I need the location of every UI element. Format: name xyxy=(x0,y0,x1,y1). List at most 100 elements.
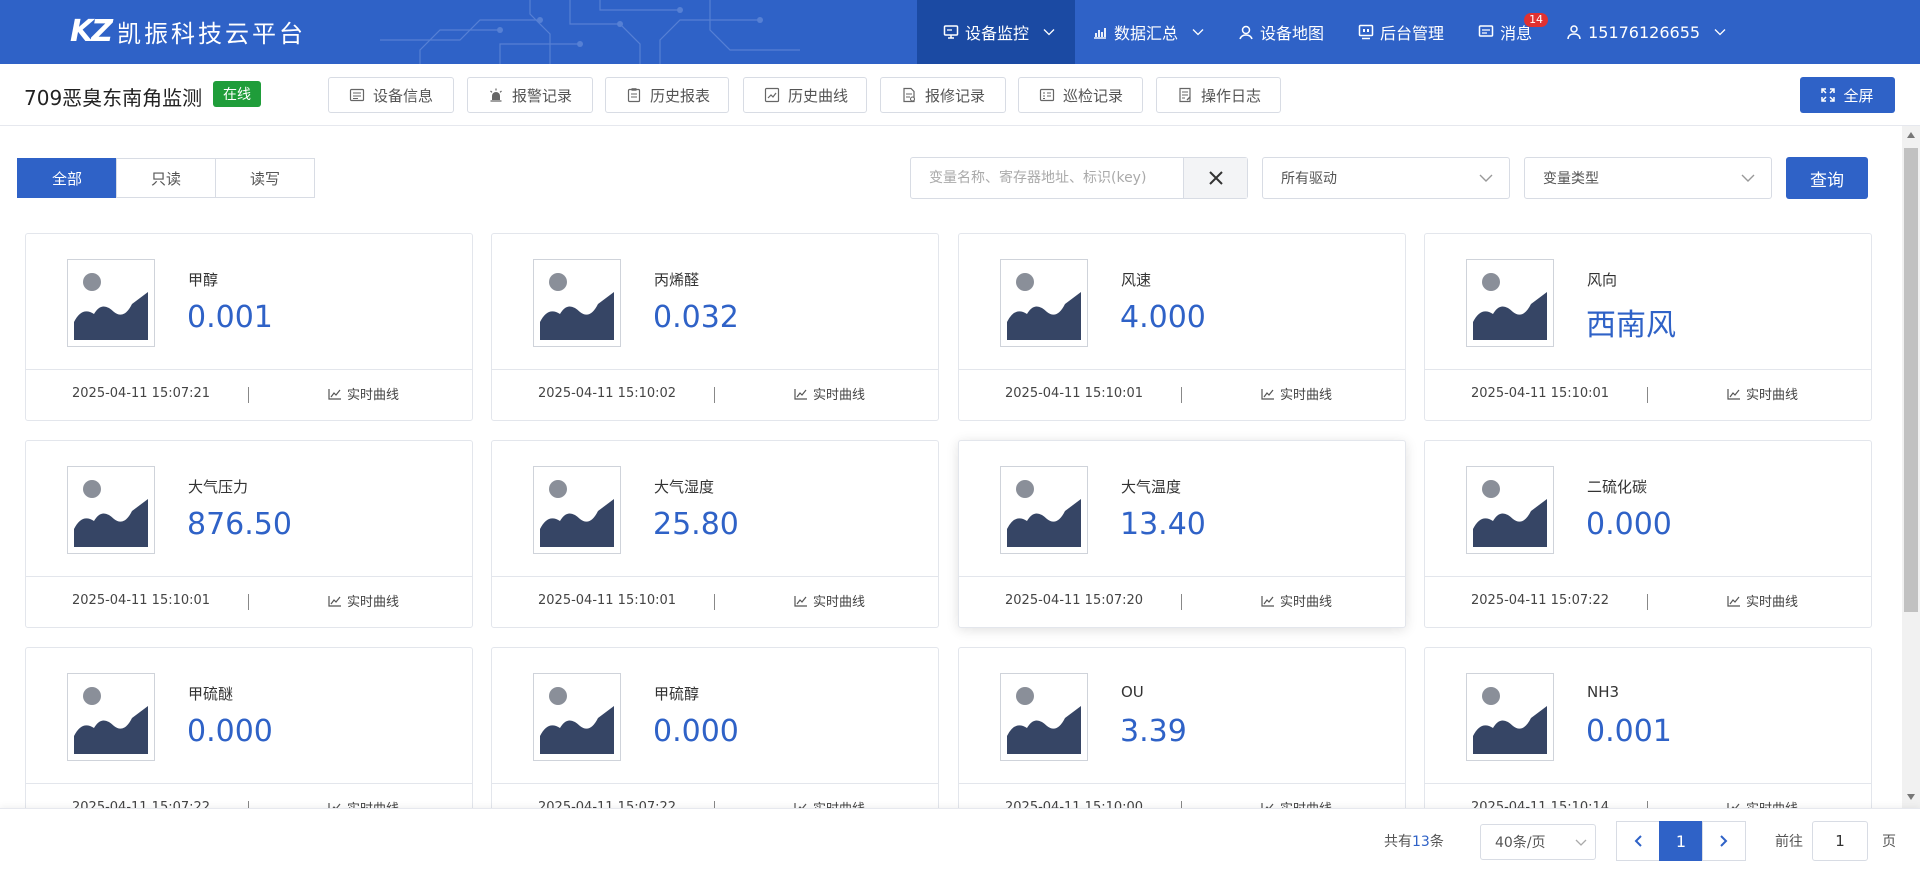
realtime-curve-link[interactable]: 实时曲线 xyxy=(328,591,399,610)
variable-card[interactable]: 甲醇 0.001 2025-04-11 15:07:21 实时曲线 xyxy=(25,233,473,421)
card-footer: 2025-04-11 15:10:02 实时曲线 xyxy=(492,369,938,420)
variable-card[interactable]: NH30.0012025-04-11 15:10:14实时曲线 xyxy=(1424,647,1872,835)
goto-page-input[interactable]: 1 xyxy=(1812,821,1868,861)
device-tab-label: 报警记录 xyxy=(512,86,573,105)
prev-page-button[interactable] xyxy=(1616,821,1660,861)
device-tab-6[interactable]: 操作日志 xyxy=(1156,77,1281,113)
variable-card[interactable]: 甲硫醚0.0002025-04-11 15:07:22实时曲线 xyxy=(25,647,473,835)
realtime-curve-label: 实时曲线 xyxy=(1746,388,1799,403)
variable-value: 0.000 xyxy=(187,714,273,749)
filter-segment-0[interactable]: 全部 xyxy=(17,158,117,198)
device-tab-5[interactable]: 巡检记录 xyxy=(1018,77,1143,113)
variable-value: 0.001 xyxy=(1586,714,1672,749)
device-tab-label: 操作日志 xyxy=(1201,86,1262,105)
fullscreen-button[interactable]: 全屏 xyxy=(1800,77,1895,113)
realtime-curve-link[interactable]: 实时曲线 xyxy=(1727,591,1798,610)
expand-icon xyxy=(1821,88,1836,102)
realtime-curve-link[interactable]: 实时曲线 xyxy=(328,384,399,403)
card-footer: 2025-04-11 15:10:01 实时曲线 xyxy=(959,369,1405,420)
variable-card[interactable]: 风向 西南风 2025-04-11 15:10:01 实时曲线 xyxy=(1424,233,1872,421)
nav-item-3[interactable]: 后台管理 xyxy=(1341,0,1461,64)
realtime-curve-link[interactable]: 实时曲线 xyxy=(1261,384,1332,403)
clear-search-button[interactable] xyxy=(1183,158,1247,198)
nav-item-1[interactable]: 数据汇总 xyxy=(1075,0,1221,64)
nav-item-2[interactable]: 设备地图 xyxy=(1221,0,1341,64)
variable-card[interactable]: 大气湿度 25.80 2025-04-11 15:10:01 实时曲线 xyxy=(491,440,939,628)
device-tab-label: 报修记录 xyxy=(925,86,986,105)
device-tab-0[interactable]: 设备信息 xyxy=(328,77,454,113)
variable-type-select[interactable]: 变量类型 xyxy=(1524,157,1772,199)
variable-card[interactable]: 二硫化碳 0.000 2025-04-11 15:07:22 实时曲线 xyxy=(1424,440,1872,628)
variable-timestamp: 2025-04-11 15:07:20 xyxy=(1005,593,1144,608)
device-tab-1[interactable]: 报警记录 xyxy=(467,77,593,113)
alarm-light-icon xyxy=(488,87,504,103)
variable-value: 4.000 xyxy=(1120,300,1206,335)
status-badge: 在线 xyxy=(213,81,261,107)
variable-card[interactable]: 大气压力 876.50 2025-04-11 15:10:01 实时曲线 xyxy=(25,440,473,628)
nav-item-label: 后台管理 xyxy=(1380,24,1445,43)
page-number-current[interactable]: 1 xyxy=(1659,821,1703,861)
message-count-badge: 14 xyxy=(1524,13,1549,27)
scroll-down-arrow-icon[interactable] xyxy=(1907,794,1915,800)
variable-value: 876.50 xyxy=(187,507,292,542)
variable-card[interactable]: OU3.392025-04-11 15:10:00实时曲线 xyxy=(958,647,1406,835)
admin-screen-icon xyxy=(1358,24,1374,40)
query-button[interactable]: 查询 xyxy=(1786,157,1868,199)
driver-select[interactable]: 所有驱动 xyxy=(1262,157,1510,199)
line-chart-icon xyxy=(794,595,808,607)
image-placeholder-icon xyxy=(67,466,155,554)
search-input[interactable] xyxy=(911,158,1183,198)
logo-name: 凯振科技云平台 xyxy=(117,20,306,48)
scrollbar-thumb[interactable] xyxy=(1904,148,1918,612)
nav-item-4[interactable]: 消息 14 xyxy=(1461,0,1549,64)
line-chart-icon xyxy=(328,595,342,607)
fullscreen-label: 全屏 xyxy=(1843,86,1874,105)
variable-search xyxy=(910,157,1248,199)
brand-logo[interactable]: KZ 凯振科技云平台 xyxy=(70,14,306,49)
device-tab-3[interactable]: 历史曲线 xyxy=(743,77,867,113)
page-size-select[interactable]: 40条/页 xyxy=(1480,824,1596,860)
variable-card[interactable]: 丙烯醛 0.032 2025-04-11 15:10:02 实时曲线 xyxy=(491,233,939,421)
variable-name: 大气湿度 xyxy=(654,478,715,496)
filter-segment-1[interactable]: 只读 xyxy=(116,158,216,198)
realtime-curve-link[interactable]: 实时曲线 xyxy=(1727,384,1798,403)
access-filter-segmented: 全部 只读 读写 xyxy=(17,158,315,198)
variable-timestamp: 2025-04-11 15:07:22 xyxy=(1471,593,1610,608)
nav-item-5[interactable]: 15176126655 xyxy=(1549,0,1743,64)
realtime-curve-link[interactable]: 实时曲线 xyxy=(794,591,865,610)
variable-timestamp: 2025-04-11 15:10:01 xyxy=(1471,386,1610,401)
realtime-curve-label: 实时曲线 xyxy=(813,595,866,610)
variable-value: 0.032 xyxy=(653,300,739,335)
realtime-curve-link[interactable]: 实时曲线 xyxy=(794,384,865,403)
card-footer: 2025-04-11 15:10:01 实时曲线 xyxy=(26,576,472,627)
filter-segment-2[interactable]: 读写 xyxy=(215,158,315,198)
variable-name: 甲醇 xyxy=(188,271,219,289)
clipboard-icon xyxy=(626,87,642,103)
realtime-curve-link[interactable]: 实时曲线 xyxy=(1261,591,1332,610)
goto-unit: 页 xyxy=(1882,834,1896,850)
card-footer: 2025-04-11 15:07:20 实时曲线 xyxy=(959,576,1405,627)
device-tab-label: 巡检记录 xyxy=(1063,86,1124,105)
image-placeholder-icon xyxy=(1000,466,1088,554)
variable-value: 0.000 xyxy=(653,714,739,749)
realtime-curve-label: 实时曲线 xyxy=(813,388,866,403)
variable-name: 风速 xyxy=(1121,271,1152,289)
device-tab-2[interactable]: 历史报表 xyxy=(605,77,729,113)
variable-name: 丙烯醛 xyxy=(654,271,700,289)
variable-timestamp: 2025-04-11 15:10:01 xyxy=(1005,386,1144,401)
variable-card[interactable]: 甲硫醇0.0002025-04-11 15:07:22实时曲线 xyxy=(491,647,939,835)
scroll-up-arrow-icon[interactable] xyxy=(1907,132,1915,138)
vertical-scrollbar[interactable] xyxy=(1902,126,1920,808)
variable-type-value: 变量类型 xyxy=(1543,171,1599,187)
inspection-icon xyxy=(1039,87,1055,103)
nav-item-0[interactable]: 设备监控 xyxy=(917,0,1076,64)
variable-card[interactable]: 大气温度 13.40 2025-04-11 15:07:20 实时曲线 xyxy=(958,440,1406,628)
next-page-button[interactable] xyxy=(1702,821,1746,861)
line-chart-icon xyxy=(1261,388,1275,400)
device-tab-4[interactable]: 报修记录 xyxy=(880,77,1006,113)
variable-card[interactable]: 风速 4.000 2025-04-11 15:10:01 实时曲线 xyxy=(958,233,1406,421)
card-footer: 2025-04-11 15:07:21 实时曲线 xyxy=(26,369,472,420)
total-number: 13 xyxy=(1412,834,1430,850)
device-tab-label: 历史曲线 xyxy=(788,86,849,105)
repair-doc-icon xyxy=(901,87,917,103)
